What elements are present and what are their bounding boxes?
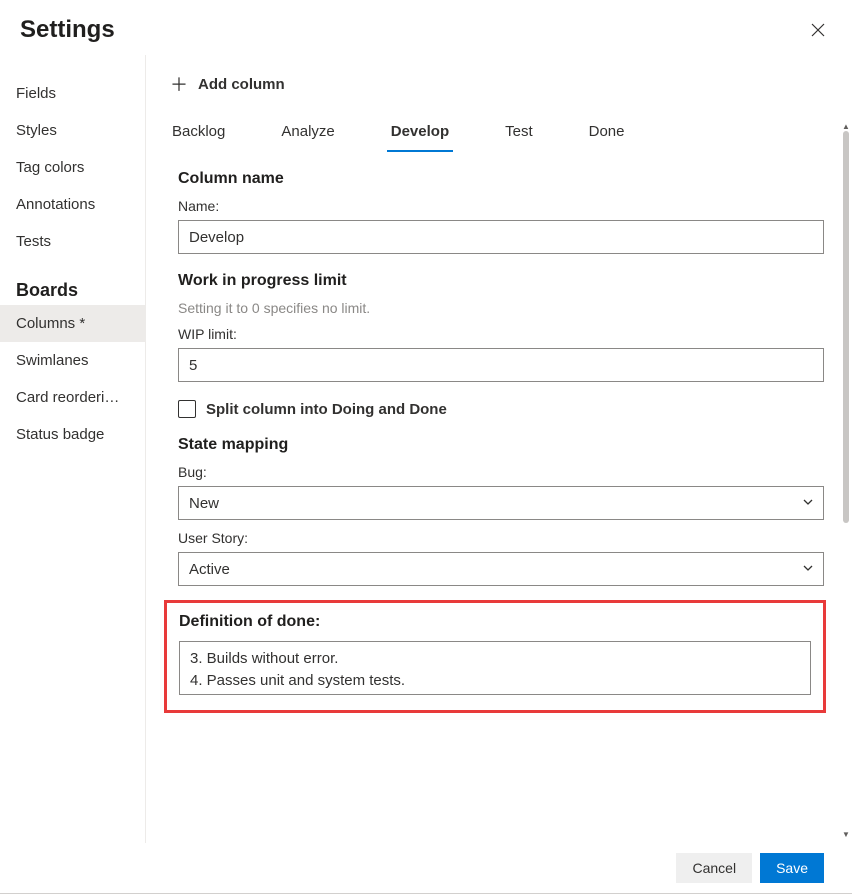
tab-test[interactable]: Test: [501, 113, 537, 152]
sidebar-group-boards: Boards: [0, 272, 145, 305]
sidebar-item-label: Fields: [16, 85, 56, 102]
scroll-down-icon: ▼: [842, 831, 850, 839]
add-column-button[interactable]: ＋ Add column: [168, 67, 824, 113]
sidebar: Fields Styles Tag colors Annotations Tes…: [0, 55, 145, 843]
wip-label: WIP limit:: [178, 326, 824, 342]
sidebar-item-fields[interactable]: Fields: [0, 75, 145, 112]
sidebar-item-label: Tests: [16, 233, 51, 250]
cancel-button[interactable]: Cancel: [676, 853, 752, 883]
column-tabs: Backlog Analyze Develop Test Done: [168, 113, 824, 152]
scrollbar-thumb[interactable]: [843, 131, 849, 523]
tab-done[interactable]: Done: [585, 113, 629, 152]
tab-backlog[interactable]: Backlog: [168, 113, 229, 152]
tab-analyze[interactable]: Analyze: [277, 113, 338, 152]
dod-heading: Definition of done:: [179, 613, 811, 631]
add-column-label: Add column: [198, 76, 285, 93]
sidebar-item-label: Tag colors: [16, 159, 84, 176]
sidebar-item-label: Status badge: [16, 426, 104, 443]
sidebar-item-label: Swimlanes: [16, 352, 89, 369]
sidebar-item-tests[interactable]: Tests: [0, 223, 145, 260]
sidebar-item-swimlanes[interactable]: Swimlanes: [0, 342, 145, 379]
sidebar-item-status-badge[interactable]: Status badge: [0, 416, 145, 453]
scroll-up-icon: ▲: [842, 123, 850, 131]
page-title: Settings: [20, 16, 115, 44]
plus-icon: ＋: [170, 71, 188, 97]
sidebar-item-label: Styles: [16, 122, 57, 139]
scrollbar[interactable]: ▲ ▼: [840, 119, 852, 843]
sidebar-item-label: Card reorderi…: [16, 389, 119, 406]
name-label: Name:: [178, 198, 824, 214]
split-column-label: Split column into Doing and Done: [206, 401, 447, 418]
bug-state-select[interactable]: [178, 486, 824, 520]
user-story-label: User Story:: [178, 530, 824, 546]
column-name-heading: Column name: [178, 170, 824, 188]
sidebar-item-annotations[interactable]: Annotations: [0, 186, 145, 223]
user-story-state-select[interactable]: [178, 552, 824, 586]
wip-hint: Setting it to 0 specifies no limit.: [178, 300, 824, 316]
tab-develop[interactable]: Develop: [387, 113, 453, 152]
close-icon: [810, 22, 826, 38]
definition-of-done-textarea[interactable]: [179, 641, 811, 695]
close-button[interactable]: [804, 16, 832, 47]
save-button[interactable]: Save: [760, 853, 824, 883]
sidebar-item-label: Columns *: [16, 315, 85, 332]
definition-of-done-highlight: Definition of done:: [164, 600, 826, 713]
sidebar-item-tag-colors[interactable]: Tag colors: [0, 149, 145, 186]
sidebar-item-label: Annotations: [16, 196, 95, 213]
main-panel: ＋ Add column Backlog Analyze Develop Tes…: [145, 55, 852, 843]
bug-label: Bug:: [178, 464, 824, 480]
sidebar-item-card-reordering[interactable]: Card reorderi…: [0, 379, 145, 416]
wip-limit-input[interactable]: [178, 348, 824, 382]
sidebar-item-columns[interactable]: Columns *: [0, 305, 145, 342]
sidebar-item-styles[interactable]: Styles: [0, 112, 145, 149]
wip-heading: Work in progress limit: [178, 272, 824, 290]
split-column-checkbox[interactable]: [178, 400, 196, 418]
state-mapping-heading: State mapping: [178, 436, 824, 454]
column-name-input[interactable]: [178, 220, 824, 254]
